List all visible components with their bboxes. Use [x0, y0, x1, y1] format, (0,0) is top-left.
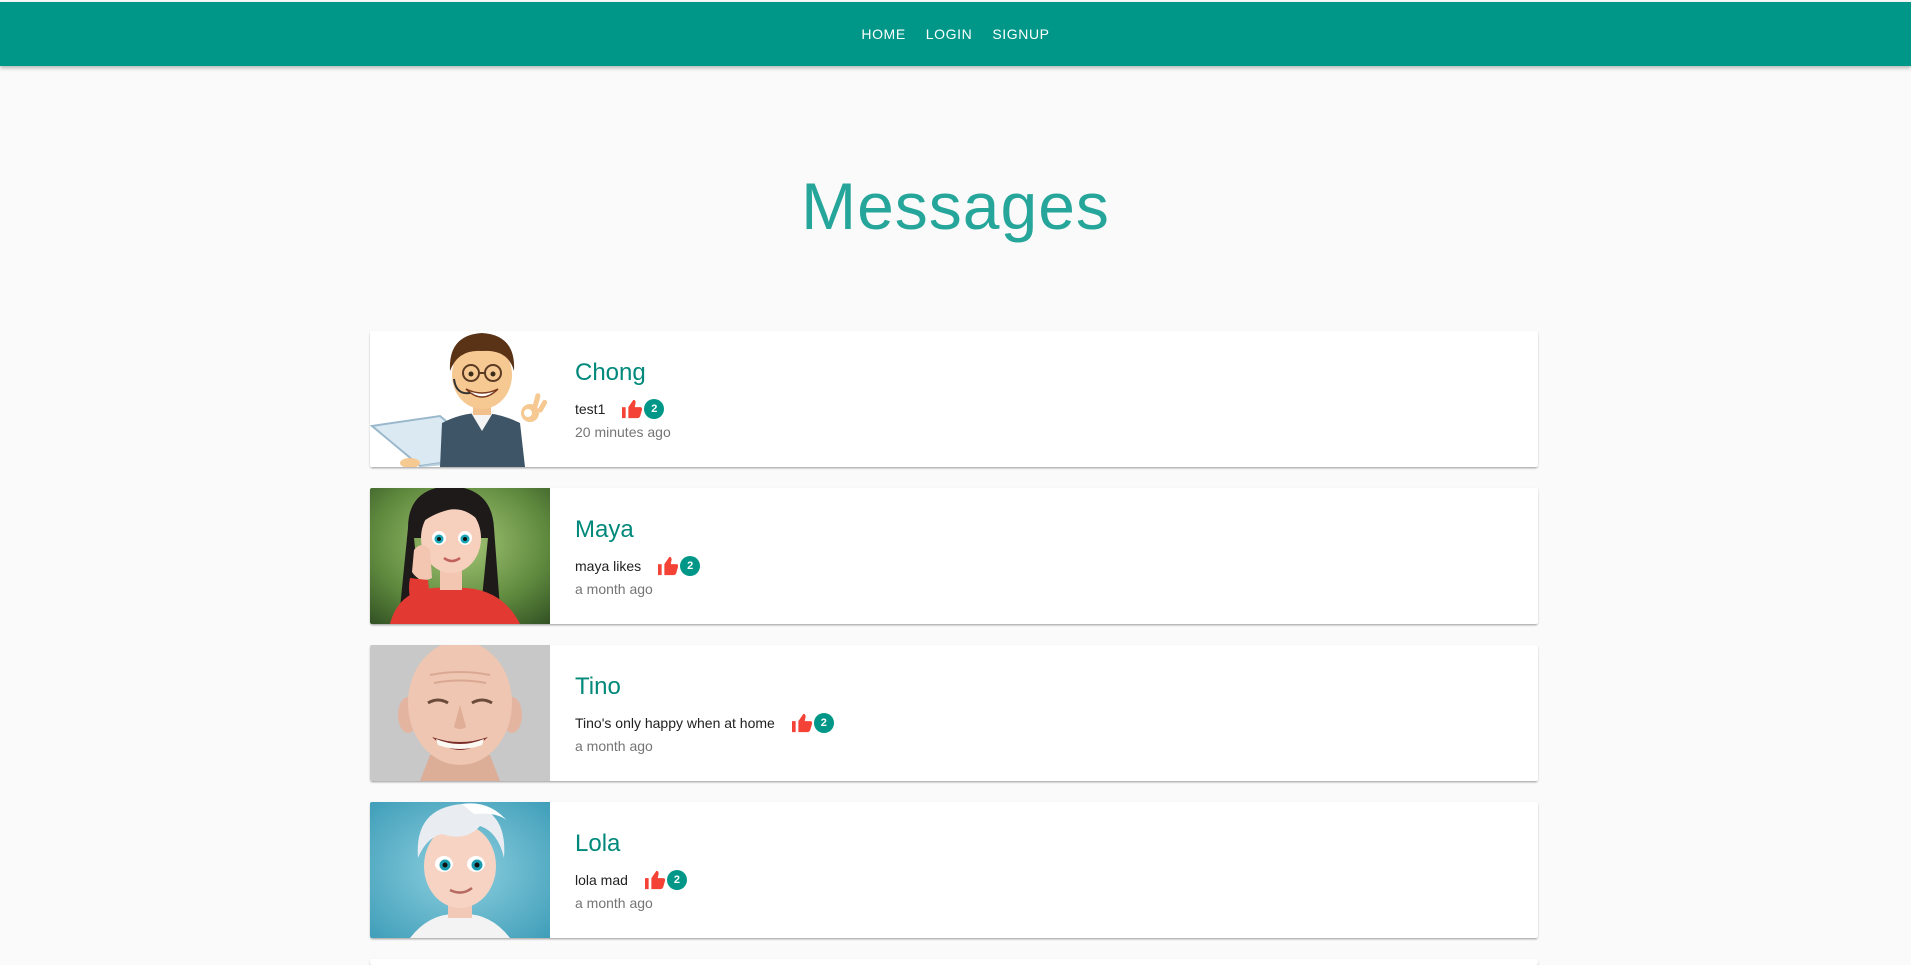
avatar-chong: [370, 331, 550, 467]
message-content: Lola lola mad 2 a month ago: [550, 802, 687, 938]
thumbs-up-icon[interactable]: [621, 399, 643, 419]
thumbs-up-icon[interactable]: [657, 556, 679, 576]
message-list: Chong test1 2 20 minutes ago Maya maya l…: [370, 331, 1538, 965]
avatar-lola: [370, 802, 550, 938]
page-title: Messages: [801, 169, 1110, 243]
nav-signup-link[interactable]: SIGNUP: [992, 26, 1049, 42]
message-author: Lola: [575, 830, 621, 857]
message-row: maya likes 2: [575, 555, 701, 577]
like-count-badge: 2: [680, 556, 701, 576]
top-navbar: HOME LOGIN SIGNUP: [0, 2, 1911, 66]
message-content: Maya maya likes 2 a month ago: [550, 488, 701, 624]
message-card[interactable]: Maya maya likes 2 a month ago: [370, 488, 1538, 624]
message-content: Tino Tino's only happy when at home 2 a …: [550, 645, 834, 781]
message-card-partial[interactable]: [370, 959, 1538, 965]
thumbs-up-icon[interactable]: [791, 713, 813, 733]
thumbs-up-icon[interactable]: [644, 870, 666, 890]
message-timestamp: a month ago: [575, 738, 653, 754]
message-card[interactable]: Chong test1 2 20 minutes ago: [370, 331, 1538, 467]
nav-login-link[interactable]: LOGIN: [926, 26, 973, 42]
like-count-badge: 2: [813, 713, 834, 733]
message-row: lola mad 2: [575, 869, 687, 891]
like-count-badge: 2: [666, 870, 687, 890]
message-card[interactable]: Lola lola mad 2 a month ago: [370, 802, 1538, 938]
message-text: Tino's only happy when at home: [575, 715, 775, 731]
message-timestamp: a month ago: [575, 895, 653, 911]
message-author: Maya: [575, 516, 634, 543]
avatar-tino: [370, 645, 550, 781]
message-row: Tino's only happy when at home 2: [575, 712, 834, 734]
avatar-maya: [370, 488, 550, 624]
like-count-badge: 2: [644, 399, 665, 419]
nav-home-link[interactable]: HOME: [861, 26, 905, 42]
message-text: test1: [575, 401, 606, 417]
message-card[interactable]: Tino Tino's only happy when at home 2 a …: [370, 645, 1538, 781]
message-timestamp: a month ago: [575, 581, 653, 597]
message-author: Tino: [575, 673, 621, 700]
message-text: maya likes: [575, 558, 642, 574]
message-author: Chong: [575, 359, 646, 386]
message-timestamp: 20 minutes ago: [575, 424, 671, 440]
message-text: lola mad: [575, 872, 628, 888]
message-content: Chong test1 2 20 minutes ago: [550, 331, 671, 467]
message-row: test1 2: [575, 398, 671, 420]
